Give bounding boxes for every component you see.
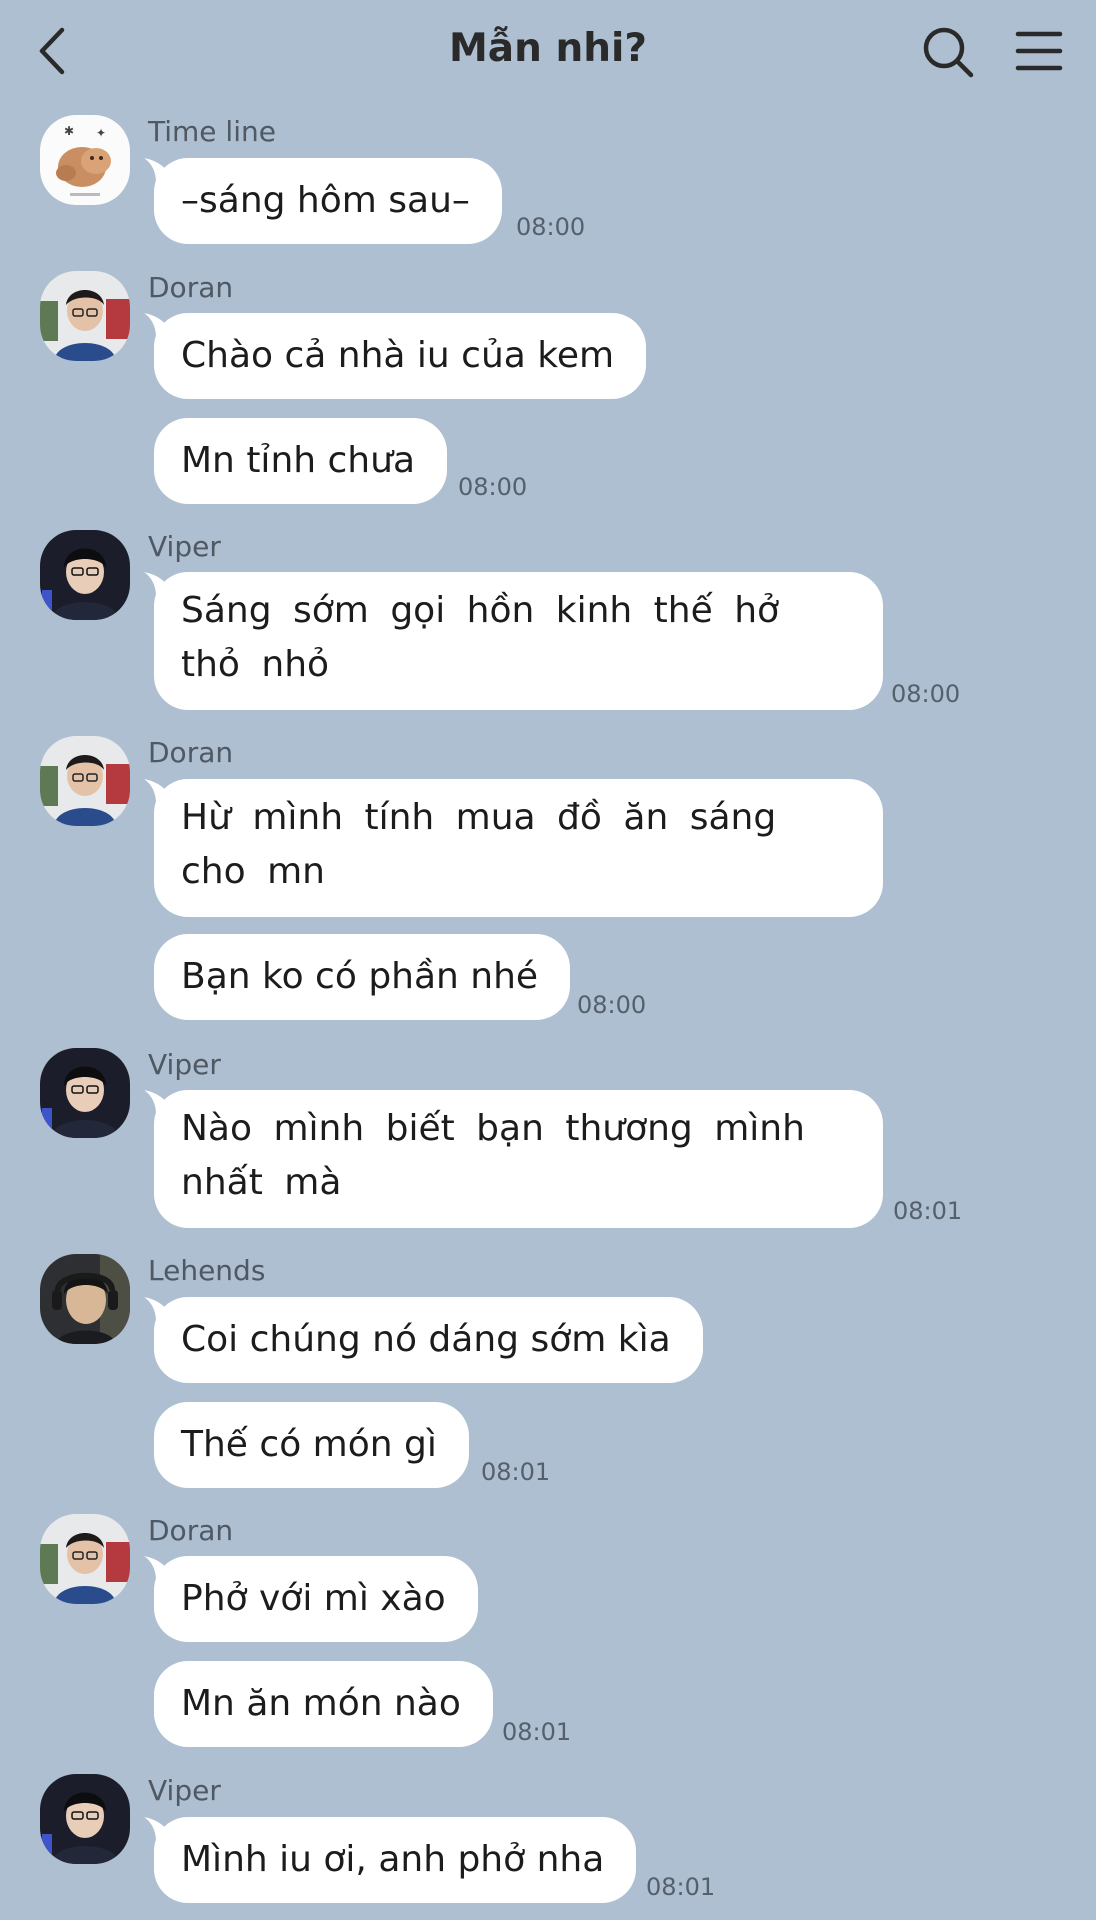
message-text: Thế có món gì	[181, 1424, 437, 1465]
message-bubble[interactable]: Hừ mình tính mua đồ ăn sáng cho mn	[144, 779, 883, 917]
hamburger-menu-icon	[1015, 31, 1063, 71]
message-time: 08:01	[502, 1718, 572, 1746]
message-bubble[interactable]: Mình iu ơi, anh phở nha	[144, 1817, 637, 1903]
bubble-tail	[144, 158, 172, 182]
search-icon	[923, 27, 974, 78]
avatar-viper[interactable]	[40, 530, 130, 620]
search-button[interactable]	[920, 24, 976, 80]
message-time: 08:00	[891, 680, 961, 708]
message-text: Chào cả nhà iu của kem	[181, 335, 615, 376]
viper-avatar-icon	[40, 1774, 130, 1864]
message-text: Mn tỉnh chưa	[181, 440, 415, 481]
viper-avatar-icon	[40, 1048, 130, 1138]
sender-name: Doran	[148, 271, 234, 304]
message-text: Mn ăn món nào	[181, 1683, 461, 1724]
sender-name: Viper	[148, 530, 221, 563]
bubble-tail	[144, 1556, 172, 1580]
doran-avatar-icon	[40, 1514, 130, 1604]
svg-text:✱: ✱	[64, 124, 74, 138]
message-bubble[interactable]: Thế có món gì	[154, 1402, 469, 1488]
message-time: 08:01	[646, 1873, 716, 1901]
sticker-avatar-icon: ✱ ✦	[40, 115, 130, 205]
sender-name: Viper	[148, 1774, 221, 1807]
avatar-viper[interactable]	[40, 1774, 130, 1864]
avatar-lehends[interactable]	[40, 1254, 130, 1344]
top-bar: Mẫn nhi?	[0, 0, 1096, 104]
message-text: Bạn ko có phần nhé	[181, 956, 539, 997]
sender-name: Time line	[148, 115, 276, 148]
lehends-avatar-icon	[40, 1254, 130, 1344]
message-bubble[interactable]: Nào mình biết bạn thương mình nhất mà	[144, 1090, 883, 1228]
message-bubble[interactable]: –sáng hôm sau–	[144, 158, 502, 244]
avatar-doran[interactable]	[40, 736, 130, 826]
sender-name: Viper	[148, 1048, 221, 1081]
bubble-tail	[144, 1817, 172, 1841]
message-bubble[interactable]: Mn ăn món nào	[154, 1661, 493, 1747]
doran-avatar-icon	[40, 271, 130, 361]
message-time: 08:01	[893, 1197, 963, 1225]
avatar-doran[interactable]	[40, 271, 130, 361]
avatar-viper[interactable]	[40, 1048, 130, 1138]
message-bubble[interactable]: Chào cả nhà iu của kem	[144, 313, 647, 399]
message-time: 08:00	[516, 213, 586, 241]
message-text: Hừ mình tính mua đồ ăn sáng cho mn	[181, 797, 777, 892]
avatar-timeline[interactable]: ✱ ✦	[40, 115, 130, 205]
message-time: 08:01	[481, 1458, 551, 1486]
message-text: Nào mình biết bạn thương mình nhất mà	[181, 1108, 805, 1203]
viper-avatar-icon	[40, 530, 130, 620]
bubble-tail	[144, 313, 172, 337]
message-bubble[interactable]: Mn tỉnh chưa	[154, 418, 447, 504]
message-text: Coi chúng nó dáng sớm kìa	[181, 1319, 671, 1360]
message-time: 08:00	[577, 991, 647, 1019]
message-bubble[interactable]: Bạn ko có phần nhé	[154, 934, 571, 1020]
bubble-tail	[144, 1090, 172, 1114]
sender-name: Doran	[148, 1514, 234, 1547]
bubble-tail	[144, 572, 172, 596]
message-bubble[interactable]: Coi chúng nó dáng sớm kìa	[144, 1297, 703, 1383]
sender-name: Doran	[148, 736, 234, 769]
svg-text:✦: ✦	[96, 126, 106, 140]
message-text: Sáng sớm gọi hồn kinh thế hở thỏ nhỏ	[181, 590, 780, 685]
bubble-tail	[144, 779, 172, 803]
message-text: Mình iu ơi, anh phở nha	[181, 1839, 605, 1880]
bubble-tail	[144, 1297, 172, 1321]
menu-button[interactable]	[1014, 26, 1064, 76]
avatar-doran[interactable]	[40, 1514, 130, 1604]
sender-name: Lehends	[148, 1254, 266, 1287]
message-text: –sáng hôm sau–	[181, 180, 470, 221]
message-text: Phở với mì xào	[181, 1578, 446, 1619]
doran-avatar-icon	[40, 736, 130, 826]
message-bubble[interactable]: Phở với mì xào	[144, 1556, 478, 1642]
message-bubble[interactable]: Sáng sớm gọi hồn kinh thế hở thỏ nhỏ	[144, 572, 883, 710]
message-time: 08:00	[458, 473, 528, 501]
